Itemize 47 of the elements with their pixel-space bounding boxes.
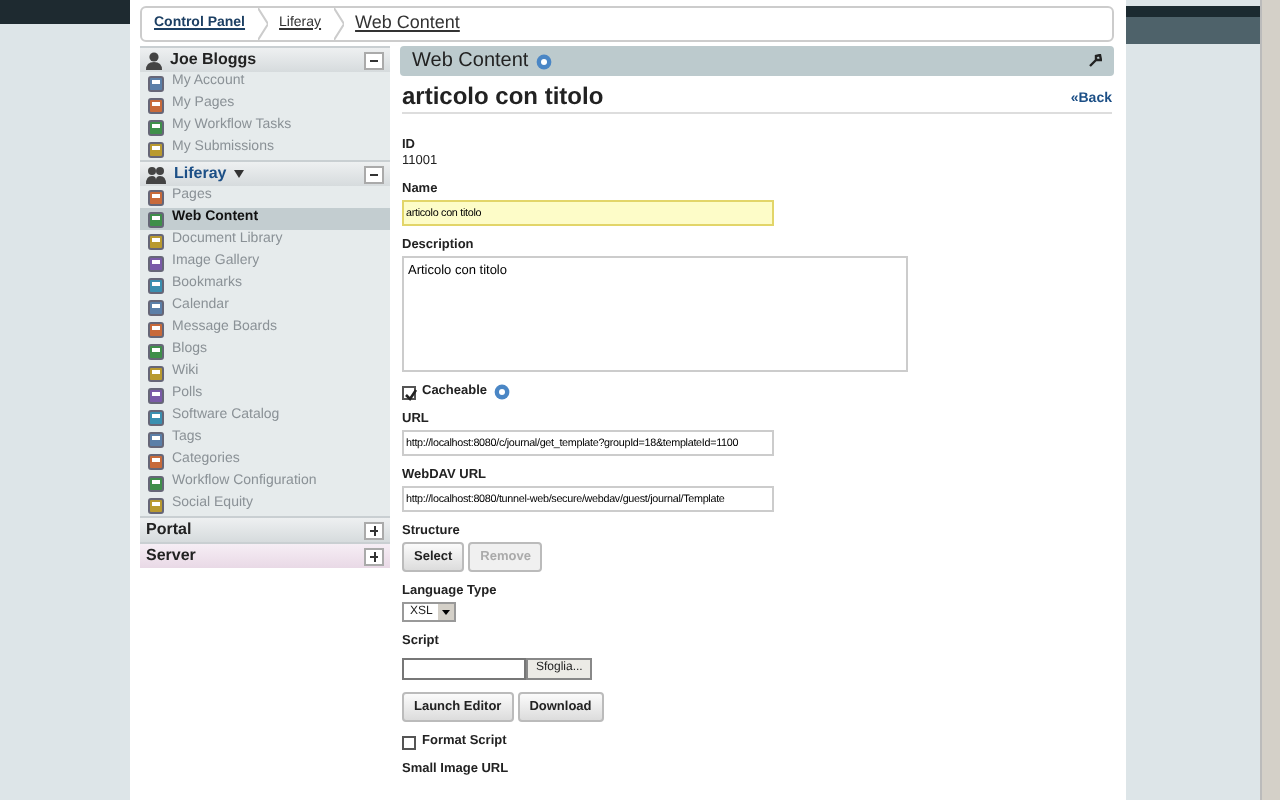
tile-icon (148, 97, 164, 113)
caret-icon (234, 170, 245, 178)
section-header[interactable]: Liferay (140, 160, 390, 186)
section-header[interactable]: Portal (140, 516, 390, 542)
panel-title: Web Content (412, 48, 529, 76)
person-icon (146, 51, 162, 69)
section-header[interactable]: Server (140, 542, 390, 568)
section-header[interactable]: Joe Bloggs (140, 46, 390, 72)
tile-icon (148, 189, 164, 205)
tile-icon (148, 409, 164, 425)
scrollbar[interactable] (1260, 0, 1280, 800)
checkbox[interactable] (402, 385, 416, 400)
tile-icon (148, 277, 164, 293)
wrench-icon (1088, 54, 1102, 68)
help-icon (536, 53, 553, 69)
tile-icon (148, 343, 164, 359)
expand-icon[interactable] (364, 547, 384, 565)
page-heading: articolo con titolo (402, 82, 604, 111)
tile-icon (148, 141, 164, 157)
tile-icon (148, 255, 164, 271)
people-icon (146, 165, 166, 183)
header-band (0, 0, 130, 24)
tile-icon (148, 497, 164, 513)
tile-icon (148, 365, 164, 381)
tile-icon (148, 321, 164, 337)
dropdown-arrow-icon (438, 604, 455, 621)
file-field[interactable] (402, 658, 526, 681)
tile-icon (148, 453, 164, 469)
breadcrumb-link[interactable]: Web Content (355, 10, 460, 38)
help-icon (493, 384, 510, 401)
tile-icon (148, 211, 164, 227)
tile-icon (148, 75, 164, 91)
collapse-icon[interactable] (364, 51, 384, 69)
tile-icon (148, 431, 164, 447)
checkbox[interactable] (402, 735, 416, 750)
tile-icon (148, 233, 164, 249)
section-title: Joe Bloggs (170, 48, 257, 72)
tile-icon (148, 119, 164, 135)
section-title: Liferay (174, 162, 227, 186)
expand-icon[interactable] (364, 521, 384, 539)
section-title: Server (146, 544, 196, 568)
tile-icon (148, 299, 164, 315)
tile-icon (148, 387, 164, 403)
tile-icon (148, 475, 164, 491)
collapse-icon[interactable] (364, 165, 384, 183)
header-band (1126, 6, 1260, 44)
section-title: Portal (146, 518, 192, 542)
